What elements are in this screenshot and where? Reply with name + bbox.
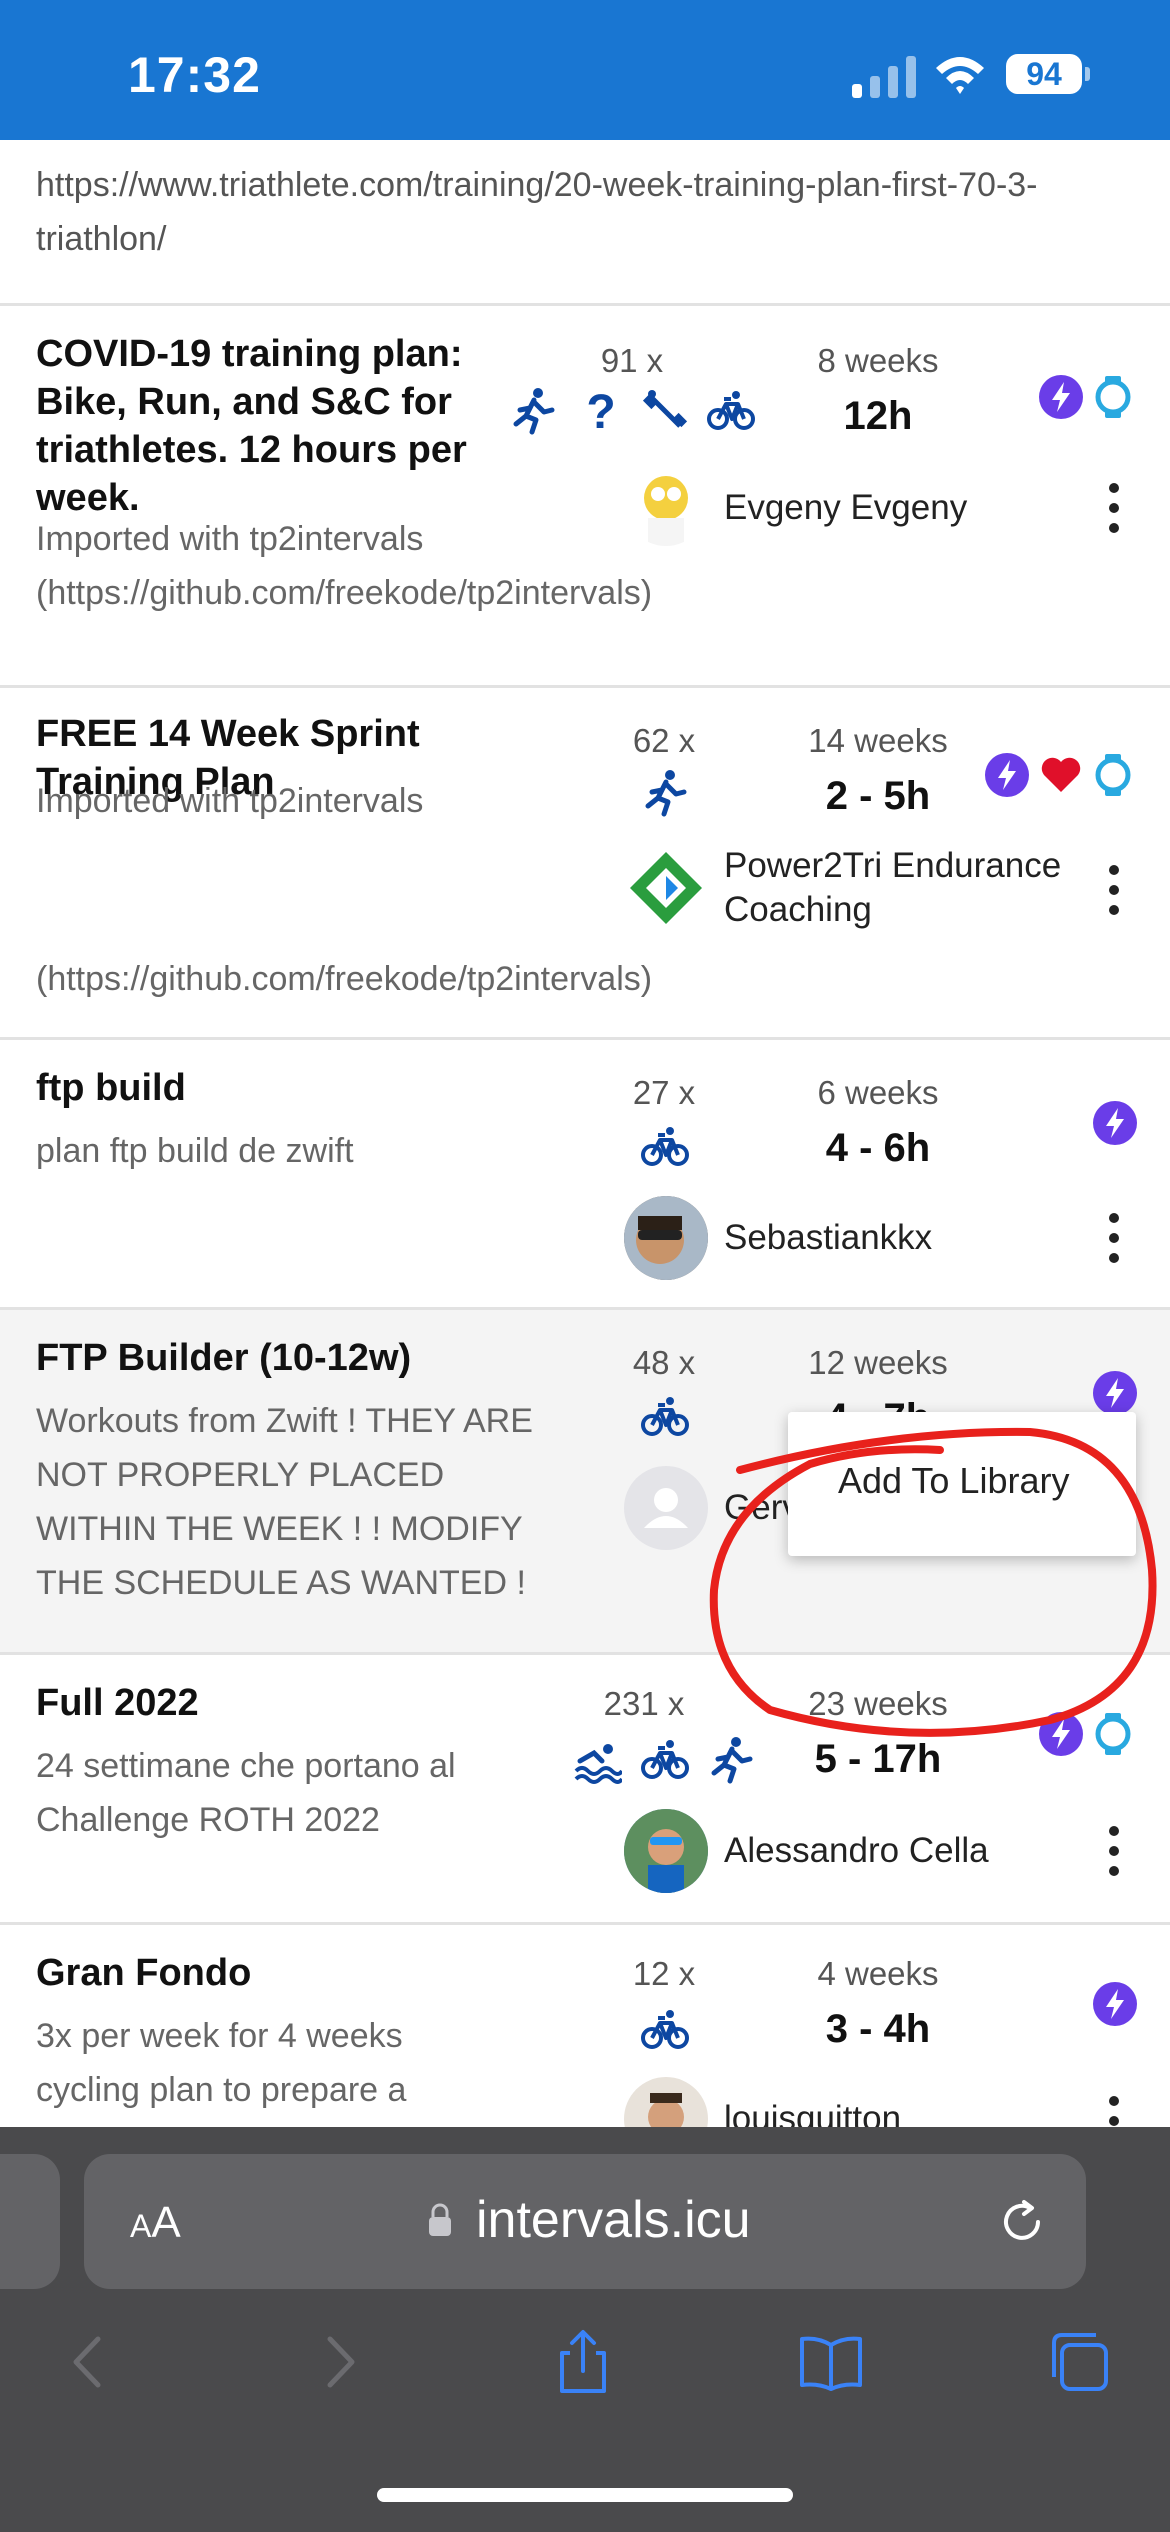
run-icon xyxy=(706,1735,756,1785)
plan-workout-count: 91 x xyxy=(600,342,664,379)
share-icon[interactable] xyxy=(548,2327,618,2397)
plan-title[interactable]: COVID-19 training plan: Bike, Run, and S… xyxy=(36,330,476,522)
status-bar: 17:32 94 xyxy=(0,0,1170,140)
more-options-icon[interactable] xyxy=(1104,1821,1124,1881)
plan-card[interactable]: Gran Fondo 3x per week for 4 weeks cycli… xyxy=(0,1925,1170,2140)
plan-duration-weeks: 6 weeks xyxy=(817,1074,939,1111)
avatar[interactable] xyxy=(624,1809,708,1893)
url-text: https://www.triathlete.com/training/20-w… xyxy=(36,166,1038,258)
browser-toolbar: AAAA intervals.icu xyxy=(0,2127,1170,2532)
bolt-icon xyxy=(1092,1100,1138,1146)
bolt-icon xyxy=(1092,1370,1138,1416)
address-host[interactable]: intervals.icu xyxy=(476,2190,751,2250)
plan-hours: 12h xyxy=(843,394,913,438)
avatar[interactable] xyxy=(624,846,708,930)
bolt-icon xyxy=(1038,374,1084,420)
plan-duration-weeks: 8 weeks xyxy=(817,342,939,379)
plan-duration-weeks: 23 weeks xyxy=(808,1685,948,1722)
plan-author[interactable]: Sebastiankkx xyxy=(724,1216,932,1260)
plan-author[interactable]: Power2Tri Endurance Coaching xyxy=(724,844,1124,932)
bolt-icon xyxy=(1092,1981,1138,2027)
plan-hours: 3 - 4h xyxy=(825,2007,931,2051)
plan-description-url: (https://github.com/freekode/tp2interval… xyxy=(36,960,653,998)
text-size-button[interactable]: AAAA xyxy=(130,2198,181,2248)
heart-icon xyxy=(1038,752,1084,798)
plan-workout-count: 48 x xyxy=(632,1344,696,1381)
home-indicator[interactable] xyxy=(377,2488,793,2502)
run-icon xyxy=(508,386,558,436)
plan-title[interactable]: FTP Builder (10-12w) xyxy=(36,1334,596,1382)
add-to-library-menu-item[interactable]: Add To Library xyxy=(838,1460,1069,1502)
plan-workout-count: 231 x xyxy=(603,1685,685,1722)
strength-icon xyxy=(640,386,690,436)
tabs-icon[interactable] xyxy=(1044,2327,1114,2397)
plan-description: Workouts from Zwift ! THEY ARE NOT PROPE… xyxy=(36,1402,533,1602)
previous-tab-preview[interactable] xyxy=(0,2154,60,2289)
watch-icon xyxy=(1090,1711,1136,1757)
previous-plan-url: https://www.triathlete.com/training/20-w… xyxy=(0,140,1170,306)
bolt-icon xyxy=(984,752,1030,798)
lock-icon xyxy=(429,2203,451,2236)
plan-description: plan ftp build de zwift xyxy=(36,1132,354,1170)
more-options-icon[interactable] xyxy=(1104,478,1124,538)
address-bar[interactable]: AAAA intervals.icu xyxy=(84,2154,1086,2289)
run-icon xyxy=(640,768,690,818)
battery-level: 94 xyxy=(1006,54,1082,94)
bike-icon xyxy=(640,1392,690,1442)
bolt-icon xyxy=(1038,1711,1084,1757)
plan-title[interactable]: ftp build xyxy=(36,1064,476,1112)
plan-card[interactable]: ftp build plan ftp build de zwift 27 x 6… xyxy=(0,1040,1170,1310)
bike-icon xyxy=(706,386,756,436)
plan-description: Imported with tp2intervals xyxy=(36,782,424,820)
plan-author[interactable]: Alessandro Cella xyxy=(724,1829,989,1873)
plan-card[interactable]: COVID-19 training plan: Bike, Run, and S… xyxy=(0,306,1170,688)
plan-title[interactable]: Gran Fondo xyxy=(36,1949,476,1997)
plan-author[interactable]: Evgeny Evgeny xyxy=(724,486,967,530)
clock: 17:32 xyxy=(128,47,261,103)
back-icon[interactable] xyxy=(54,2327,124,2397)
plan-hours: 4 - 6h xyxy=(825,1126,931,1170)
battery-indicator: 94 xyxy=(1006,52,1090,96)
plan-card[interactable]: FREE 14 Week Sprint Training Plan Import… xyxy=(0,688,1170,1040)
more-options-icon[interactable] xyxy=(1104,1208,1124,1268)
watch-icon xyxy=(1090,752,1136,798)
plan-duration-weeks: 4 weeks xyxy=(817,1955,939,1992)
plan-description: 3x per week for 4 weeks cycling plan to … xyxy=(36,2017,407,2109)
bike-icon xyxy=(640,1122,690,1172)
swim-icon xyxy=(572,1735,622,1785)
question-icon xyxy=(576,386,626,436)
plan-workout-count: 12 x xyxy=(632,1955,696,1992)
cellular-signal-icon xyxy=(852,56,916,98)
plan-workout-count: 27 x xyxy=(632,1074,696,1111)
bike-icon xyxy=(640,2005,690,2055)
plan-list: https://www.triathlete.com/training/20-w… xyxy=(0,140,1170,2140)
plan-hours: 5 - 17h xyxy=(814,1737,942,1781)
bookmarks-icon[interactable] xyxy=(796,2327,866,2397)
watch-icon xyxy=(1090,374,1136,420)
plan-title[interactable]: Full 2022 xyxy=(36,1679,476,1727)
plan-workout-count: 62 x xyxy=(632,722,696,759)
bike-icon xyxy=(640,1735,690,1785)
plan-duration-weeks: 14 weeks xyxy=(808,722,948,759)
reload-icon[interactable] xyxy=(994,2194,1050,2250)
avatar[interactable] xyxy=(624,1196,708,1280)
avatar[interactable] xyxy=(624,462,708,546)
more-options-icon[interactable] xyxy=(1104,860,1124,920)
plan-card[interactable]: Full 2022 24 settimane che portano al Ch… xyxy=(0,1655,1170,1925)
plan-description: 24 settimane che portano al Challenge RO… xyxy=(36,1747,456,1839)
plan-duration-weeks: 12 weeks xyxy=(808,1344,948,1381)
plan-hours: 2 - 5h xyxy=(825,774,931,818)
forward-icon[interactable] xyxy=(304,2327,374,2397)
context-menu: Add To Library xyxy=(788,1412,1136,1556)
wifi-icon xyxy=(936,57,984,94)
avatar[interactable] xyxy=(624,1466,708,1550)
